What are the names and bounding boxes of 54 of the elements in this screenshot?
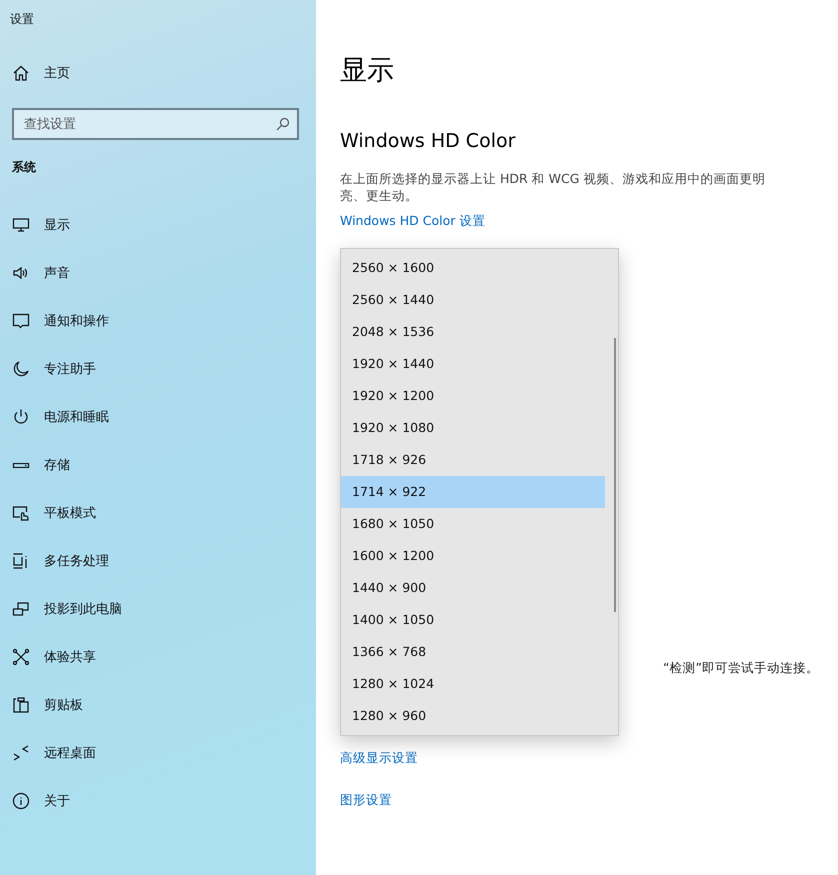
resolution-option[interactable]: 1714 × 922: [341, 476, 605, 508]
power-icon: [12, 408, 30, 426]
home-item[interactable]: 主页: [0, 49, 316, 97]
settings-link[interactable]: 图形设置: [340, 792, 392, 809]
section-heading: 系统: [11, 159, 37, 176]
message-icon: [12, 312, 30, 330]
description-text: 在上面所选择的显示器上让 HDR 和 WCG 视频、游戏和应用中的画面更明亮、更生动。: [340, 170, 766, 204]
projector-icon: [12, 600, 30, 618]
connect-hint-text: “检测”即可尝试手动连接。: [663, 660, 820, 677]
sidebar-item[interactable]: 远程桌面: [0, 729, 316, 777]
sidebar-item[interactable]: 多任务处理: [0, 537, 316, 585]
sidebar-item[interactable]: 声音: [0, 249, 316, 297]
speaker-icon: [12, 264, 30, 282]
share-icon: [12, 648, 30, 666]
resolution-option[interactable]: 1400 × 1050: [341, 604, 605, 636]
settings-link[interactable]: 高级显示设置: [340, 750, 418, 767]
resolution-option[interactable]: 1440 × 900: [341, 572, 605, 604]
scrollbar-thumb[interactable]: [614, 338, 616, 612]
resolution-option[interactable]: 2048 × 1536: [341, 316, 605, 348]
sidebar-item[interactable]: 关于: [0, 777, 316, 825]
section-title: Windows HD Color: [340, 130, 516, 152]
sidebar-item[interactable]: 体验共享: [0, 633, 316, 681]
sidebar-item[interactable]: 存储: [0, 441, 316, 489]
sidebar-item[interactable]: 剪贴板: [0, 681, 316, 729]
resolution-option[interactable]: 1680 × 1050: [341, 508, 605, 540]
sidebar-item[interactable]: 平板模式: [0, 489, 316, 537]
search-icon: [276, 117, 290, 131]
resolution-option[interactable]: 1920 × 1200: [341, 380, 605, 412]
sidebar-item[interactable]: 投影到此电脑: [0, 585, 316, 633]
resolution-option[interactable]: 1280 × 1024: [341, 668, 605, 700]
sidebar-item[interactable]: 显示: [0, 201, 316, 249]
sidebar-item[interactable]: 专注助手: [0, 345, 316, 393]
page-heading: 显示: [340, 54, 395, 88]
clipboard-icon: [12, 696, 30, 714]
tablet-icon: [12, 504, 30, 522]
window-title: 设置: [9, 11, 35, 28]
search-field[interactable]: 查找设置: [12, 108, 299, 140]
resolution-option[interactable]: 1718 × 926: [341, 444, 605, 476]
drive-icon: [12, 462, 30, 468]
sidebar-item[interactable]: 通知和操作: [0, 297, 316, 345]
resolution-option[interactable]: 1920 × 1440: [341, 348, 605, 380]
resolution-option[interactable]: 1366 × 768: [341, 636, 605, 668]
resolution-option[interactable]: 2560 × 1440: [341, 284, 605, 316]
remote-icon: [12, 744, 30, 762]
info-icon: [12, 792, 30, 810]
monitor-icon: [12, 216, 30, 234]
resolution-option[interactable]: 1280 × 960: [341, 700, 605, 732]
home-icon: [12, 64, 30, 82]
sidebar-item[interactable]: 电源和睡眠: [0, 393, 316, 441]
resolution-option[interactable]: 1600 × 1200: [341, 540, 605, 572]
resolution-option[interactable]: 1920 × 1080: [341, 412, 605, 444]
resolution-option[interactable]: 2560 × 1600: [341, 252, 605, 284]
hd-color-settings-link[interactable]: Windows HD Color 设置: [340, 213, 486, 230]
moon-icon: [12, 360, 30, 378]
